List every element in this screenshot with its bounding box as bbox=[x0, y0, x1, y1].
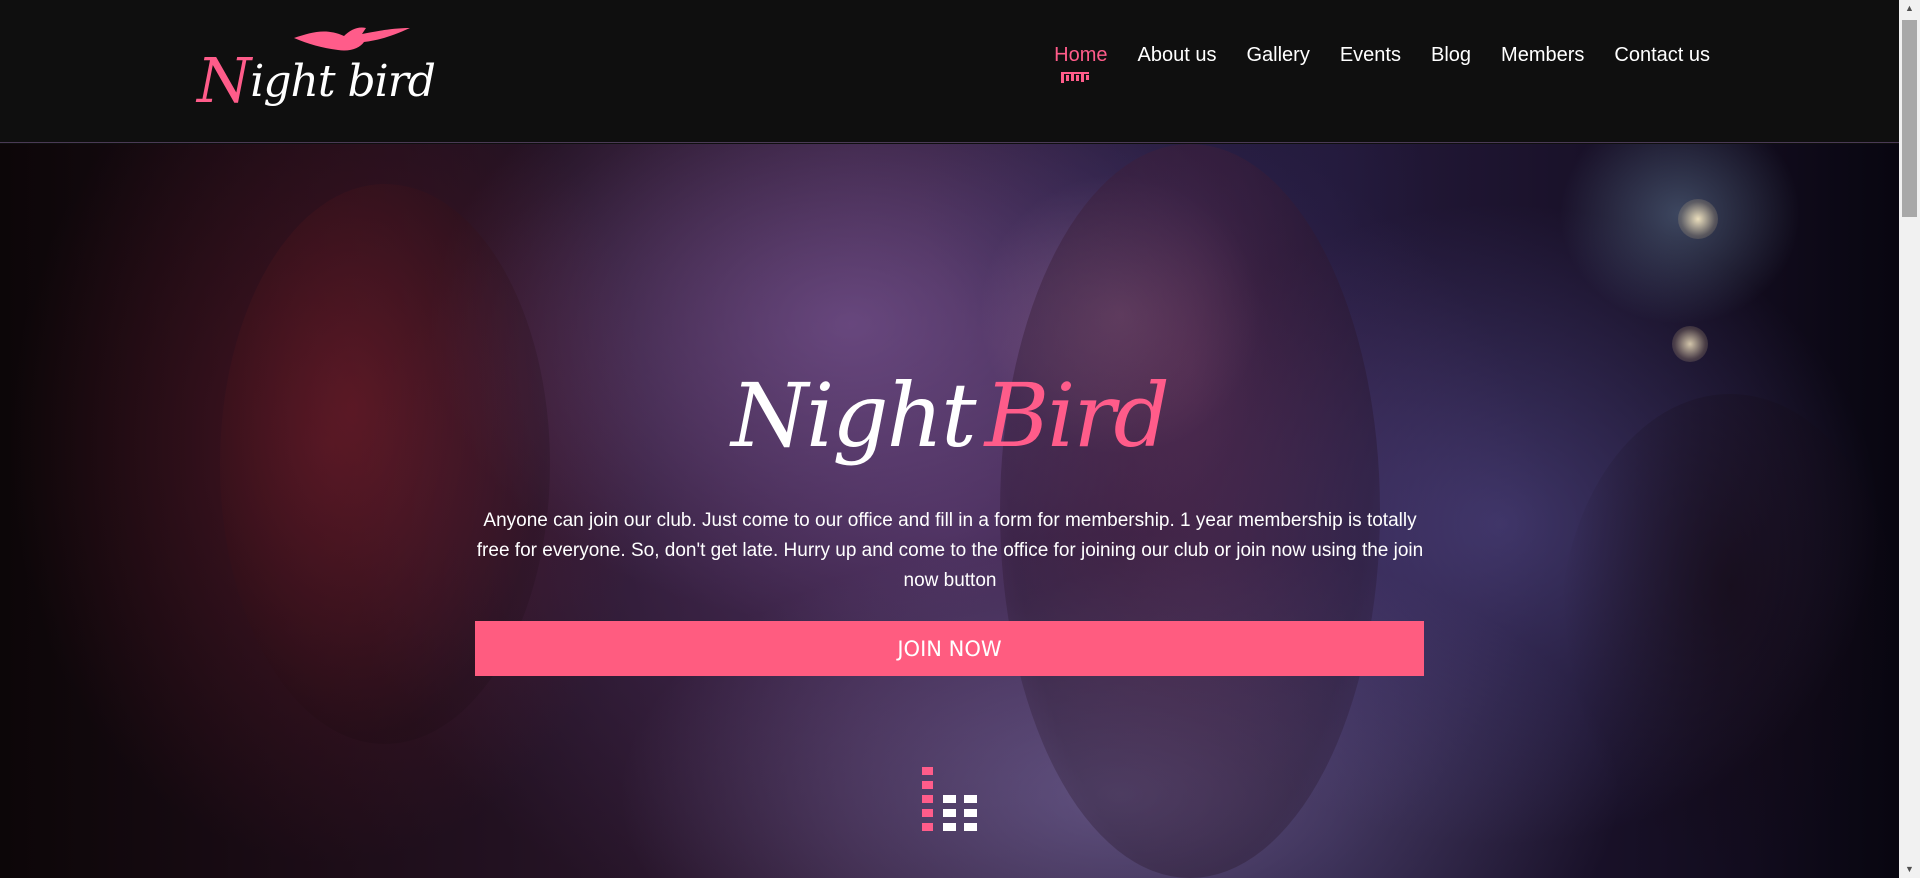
hero-section: Night Bird Anyone can join our club. Just… bbox=[0, 144, 1899, 878]
stage-light bbox=[1678, 199, 1718, 239]
nav-contact-us[interactable]: Contact us bbox=[1614, 44, 1710, 67]
scroll-down-arrow-icon[interactable]: ▼ bbox=[1899, 861, 1920, 878]
stage-light bbox=[1672, 326, 1708, 362]
nav-home-label: Home bbox=[1054, 44, 1108, 66]
logo[interactable]: Night bird bbox=[197, 22, 436, 117]
site-header: Night bird Home About us Gallery Events … bbox=[0, 0, 1899, 143]
nav-blog[interactable]: Blog bbox=[1431, 44, 1471, 67]
hero-title-word2: Bird bbox=[984, 364, 1170, 467]
hero-title: Night Bird bbox=[0, 364, 1899, 467]
nav-about-us[interactable]: About us bbox=[1138, 44, 1217, 67]
join-now-button[interactable]: JOIN NOW bbox=[475, 621, 1424, 676]
equalizer-icon bbox=[1061, 72, 1090, 83]
hero-title-word1: Night bbox=[731, 364, 977, 467]
main-nav: Home About us Gallery Events Blog Member… bbox=[1054, 44, 1710, 83]
page-scrollbar[interactable]: ▲ ▼ bbox=[1899, 0, 1920, 878]
equalizer-icon bbox=[922, 767, 977, 831]
nav-events[interactable]: Events bbox=[1340, 44, 1401, 67]
nav-gallery[interactable]: Gallery bbox=[1246, 44, 1309, 67]
hero-description: Anyone can join our club. Just come to o… bbox=[476, 510, 1424, 591]
logo-text: Night bird bbox=[197, 44, 436, 117]
nav-home[interactable]: Home bbox=[1054, 44, 1108, 83]
nav-members[interactable]: Members bbox=[1501, 44, 1584, 67]
scroll-thumb[interactable] bbox=[1902, 20, 1917, 217]
scroll-up-arrow-icon[interactable]: ▲ bbox=[1899, 0, 1920, 17]
